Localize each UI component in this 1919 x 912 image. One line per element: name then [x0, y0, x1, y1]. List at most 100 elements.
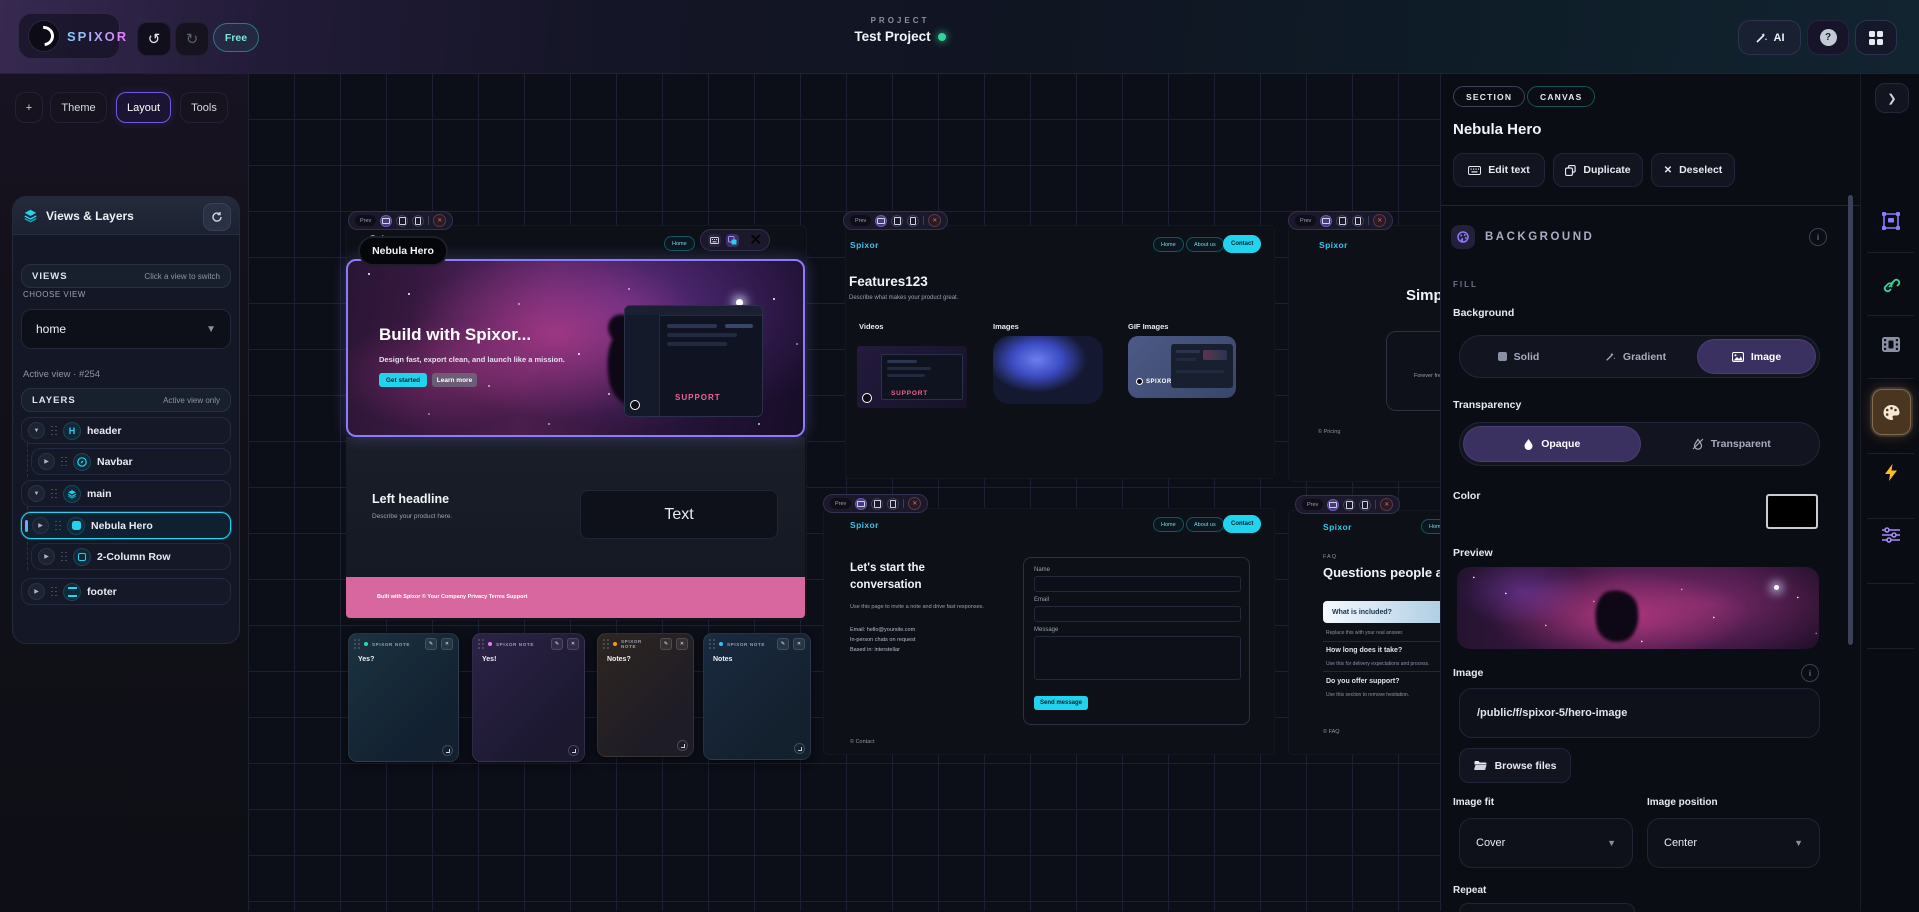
note-card[interactable]: SPIXOR NOTE✎✕ Notes? — [597, 633, 694, 757]
settings-tool-button[interactable] — [1861, 526, 1919, 544]
ai-button[interactable]: AI — [1738, 20, 1801, 55]
artboard-toolbar-pricing[interactable]: Prev ✕ — [1288, 211, 1393, 230]
option-transparent[interactable]: Transparent — [1644, 423, 1820, 465]
faq-question[interactable]: Do you offer support? — [1326, 678, 1400, 685]
hero-title[interactable]: Build with Spixor... — [379, 325, 531, 345]
deselect-icon[interactable]: ✕ — [749, 230, 762, 250]
app-menu-button[interactable]: SPIXOR ▼ — [18, 13, 120, 59]
deselect-button[interactable]: ✕ Deselect — [1651, 153, 1735, 187]
contact-nav-home[interactable]: Home — [1153, 517, 1184, 532]
note-text[interactable]: Yes! — [482, 656, 496, 663]
panel-scrollbar[interactable] — [1848, 195, 1853, 645]
close-icon[interactable]: ✕ — [433, 214, 446, 227]
text-box[interactable]: Text — [580, 490, 778, 539]
drag-handle[interactable] — [709, 639, 715, 649]
media-tool-button[interactable] — [1861, 336, 1919, 353]
drag-handle[interactable] — [354, 639, 360, 649]
tab-section[interactable]: SECTION — [1453, 86, 1525, 107]
resize-handle[interactable] — [442, 745, 453, 756]
redo-button[interactable]: ↻ — [175, 22, 209, 56]
close-icon[interactable]: ✕ — [676, 638, 688, 650]
note-text[interactable]: Notes — [713, 656, 732, 663]
layer-row-nebula-hero[interactable]: ▶ Nebula Hero — [21, 512, 231, 539]
close-icon[interactable]: ✕ — [908, 497, 921, 510]
name-input[interactable] — [1034, 576, 1241, 592]
note-card[interactable]: SPIXOR NOTE✎✕ Yes? — [348, 633, 459, 762]
layer-row-navbar[interactable]: ▶ Navbar — [31, 448, 231, 475]
expand-icon[interactable] — [726, 234, 739, 247]
layer-row-main[interactable]: ▼ main — [21, 480, 231, 507]
desktop-icon[interactable] — [380, 215, 392, 227]
note-card[interactable]: SPIXOR NOTE✎✕ Notes — [703, 633, 811, 760]
edit-text-button[interactable]: Edit text — [1453, 153, 1545, 187]
tablet-icon[interactable] — [871, 498, 883, 510]
info-icon[interactable]: i — [1809, 228, 1827, 246]
duplicate-button[interactable]: Duplicate — [1553, 153, 1643, 187]
learn-more-button[interactable]: Learn more — [432, 373, 477, 387]
home-nav-pill[interactable]: Home — [664, 236, 695, 251]
features-nav-about[interactable]: About us — [1186, 237, 1224, 252]
chevron-right-icon[interactable]: ▶ — [28, 583, 45, 600]
selection-quick-toolbar[interactable]: ✕ — [700, 229, 770, 251]
option-solid[interactable]: Solid — [1460, 336, 1577, 377]
drag-handle[interactable] — [61, 552, 67, 562]
artboard-toolbar-home[interactable]: Prev ✕ — [348, 211, 453, 230]
tab-t ools[interactable]: Tools — [180, 92, 228, 123]
image-path-input[interactable]: /public/f/spixor-5/hero-image — [1459, 688, 1820, 738]
tab-layout[interactable]: Layout — [116, 92, 171, 123]
drag-handle[interactable] — [603, 639, 609, 649]
edit-icon[interactable]: ✎ — [660, 638, 672, 650]
drag-handle[interactable] — [61, 457, 67, 467]
features-nav-contact[interactable]: Contact — [1223, 235, 1261, 253]
close-icon[interactable]: ✕ — [793, 638, 805, 650]
phone-icon[interactable] — [887, 498, 899, 510]
color-swatch[interactable] — [1766, 494, 1818, 529]
features-nav-home[interactable]: Home — [1153, 237, 1184, 252]
contact-nav-contact[interactable]: Contact — [1223, 515, 1261, 533]
faq-heading[interactable]: Questions people ask — [1323, 565, 1457, 580]
desktop-icon[interactable] — [875, 215, 887, 227]
phone-icon[interactable] — [1359, 499, 1371, 511]
tab-theme[interactable]: Theme — [50, 92, 107, 123]
two-column-section[interactable]: Left headline Describe your product here… — [346, 437, 805, 577]
contact-heading-1[interactable]: Let's start the — [850, 562, 925, 574]
palette-tool-button[interactable] — [1872, 389, 1911, 435]
chevron-right-icon[interactable]: ▶ — [38, 548, 55, 565]
plan-badge[interactable]: Free — [213, 23, 259, 52]
chevron-right-icon[interactable]: ▶ — [38, 453, 55, 470]
faq-question[interactable]: How long does it take? — [1326, 647, 1402, 654]
link-tool-button[interactable] — [1861, 275, 1919, 295]
close-icon[interactable]: ✕ — [1380, 498, 1393, 511]
help-button[interactable]: ? — [1807, 20, 1849, 55]
close-icon[interactable]: ✕ — [1373, 214, 1386, 227]
drag-handle[interactable] — [51, 587, 57, 597]
image-position-select[interactable]: Center▼ — [1647, 818, 1820, 868]
edit-icon[interactable]: ✎ — [551, 638, 563, 650]
edit-icon[interactable]: ✎ — [777, 638, 789, 650]
resize-handle[interactable] — [794, 743, 805, 754]
tablet-icon[interactable] — [1343, 499, 1355, 511]
send-message-button[interactable]: Send message — [1034, 696, 1088, 710]
email-input[interactable] — [1034, 606, 1241, 622]
contact-nav-about[interactable]: About us — [1186, 517, 1224, 532]
footer-section[interactable]: Built with Spixor © Your Company Privacy… — [346, 577, 805, 618]
chevron-down-icon[interactable]: ▼ — [28, 422, 45, 439]
artboard-toolbar-contact[interactable]: Prev ✕ — [823, 494, 928, 513]
refresh-button[interactable] — [203, 203, 231, 231]
phone-icon[interactable] — [1352, 215, 1364, 227]
resize-handle[interactable] — [677, 740, 688, 751]
selected-section-label[interactable]: Nebula Hero — [358, 236, 448, 266]
tablet-icon[interactable] — [1336, 215, 1348, 227]
artboard-contact[interactable]: Spixor Home About us Contact Let's start… — [823, 508, 1275, 755]
artboard-features[interactable]: Spixor Home About us Contact Features123… — [845, 225, 1275, 479]
collapse-panel-button[interactable]: ❯ — [1875, 83, 1909, 113]
phone-icon[interactable] — [907, 215, 919, 227]
apps-grid-button[interactable] — [1855, 20, 1897, 55]
note-card[interactable]: SPIXOR NOTE✎✕ Yes! — [472, 633, 585, 762]
note-text[interactable]: Notes? — [607, 656, 631, 663]
features-heading[interactable]: Features123 — [849, 274, 928, 289]
chevron-right-icon[interactable]: ▶ — [32, 517, 49, 534]
drag-handle[interactable] — [51, 489, 57, 499]
hero-subtitle[interactable]: Design fast, export clean, and launch li… — [379, 355, 565, 364]
hero-section[interactable]: Build with Spixor... Design fast, export… — [346, 259, 805, 437]
